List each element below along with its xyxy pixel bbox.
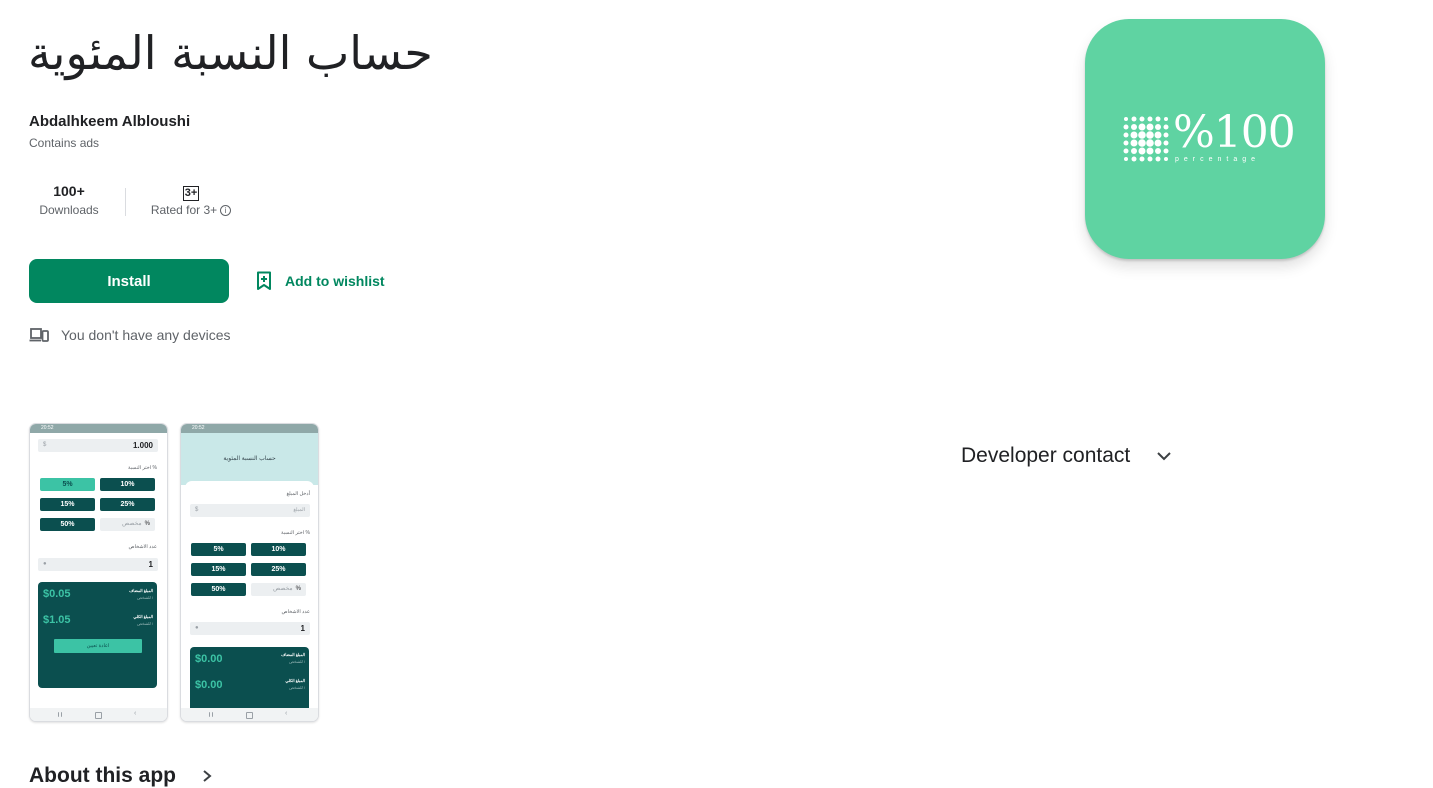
- ads-notice: Contains ads: [29, 136, 100, 150]
- downloads-label: Downloads: [39, 203, 99, 217]
- nav-bar: ‹: [30, 708, 167, 721]
- people-label: عدد الاشخاص: [128, 544, 157, 550]
- developer-contact-toggle[interactable]: Developer contact: [961, 444, 1172, 468]
- devices-text: You don't have any devices: [61, 327, 231, 343]
- pct-button: 15%: [40, 498, 95, 511]
- about-label: About this app: [29, 764, 176, 787]
- pct-button: 10%: [251, 543, 306, 556]
- stat-divider: [125, 188, 126, 216]
- nav-bar: ‹: [181, 708, 318, 721]
- pct-button: 5%: [40, 478, 95, 491]
- devices-notice: You don't have any devices: [29, 327, 231, 343]
- developer-contact-label: Developer contact: [961, 444, 1131, 467]
- result-card: $0.00 المبلغ المضاف للشخص / $0.00 المبلغ…: [190, 647, 309, 717]
- enter-amount-label: أدخل المبلغ: [286, 491, 310, 497]
- pct-button: 25%: [251, 563, 306, 576]
- app-icon: %100 percentage: [1085, 19, 1325, 259]
- downloads-value: 100+: [53, 183, 85, 199]
- screenshot-2[interactable]: 20:52 حساب النسبة المئوية أدخل المبلغ $ …: [180, 423, 319, 722]
- pct-button: 15%: [191, 563, 246, 576]
- amount-field: $ 1.000: [38, 439, 158, 452]
- status-bar: 20:52: [30, 424, 167, 433]
- rating-badge-icon: 3+: [182, 186, 200, 201]
- content-rating-stat[interactable]: 3+ Rated for 3+ i: [143, 181, 239, 217]
- choose-percent-label: اختر النسبة %: [280, 530, 310, 536]
- people-field: ● 1: [38, 558, 158, 571]
- rating-label: Rated for 3+: [150, 203, 218, 217]
- about-this-app-header[interactable]: About this app: [29, 764, 214, 788]
- add-to-wishlist-button[interactable]: Add to wishlist: [255, 268, 385, 294]
- app-title: حساب النسبة المئوية: [28, 26, 433, 80]
- pct-button: 50%: [191, 583, 246, 596]
- icon-main-text: %100: [1173, 107, 1296, 158]
- screenshot-1[interactable]: 20:52 $ 1.000 اختر النسبة % 5% 10% 15% 2…: [29, 423, 168, 722]
- pct-button: 10%: [100, 478, 155, 491]
- pct-button: 50%: [40, 518, 95, 531]
- custom-pct-field: مخصص %: [100, 518, 155, 531]
- icon-sub-text: percentage: [1175, 156, 1261, 163]
- choose-percent-label: اختر النسبة %: [127, 465, 157, 471]
- downloads-stat: 100+ Downloads: [29, 181, 109, 217]
- dot-pattern-icon: [1123, 116, 1169, 162]
- result-card: $0.05 المبلغ المضاف للشخص / $1.05 المبلغ…: [38, 582, 157, 688]
- arrow-right-icon: [203, 770, 212, 782]
- custom-pct-field: مخصص %: [251, 583, 306, 596]
- developer-link[interactable]: Abdalhkeem Albloushi: [29, 113, 190, 130]
- devices-icon: [29, 328, 49, 342]
- people-field: ● 1: [190, 622, 310, 635]
- info-icon[interactable]: i: [220, 205, 232, 216]
- pct-button: 25%: [100, 498, 155, 511]
- install-button[interactable]: Install: [29, 259, 229, 303]
- pct-button: 5%: [191, 543, 246, 556]
- wishlist-label: Add to wishlist: [285, 273, 385, 289]
- app-header: حساب النسبة المئوية: [181, 433, 318, 485]
- people-label: عدد الاشخاص: [281, 609, 310, 615]
- bookmark-add-icon: [257, 271, 271, 290]
- chevron-down-icon: [1157, 452, 1171, 461]
- amount-field: $ المبلغ: [190, 504, 310, 517]
- status-bar: 20:52: [181, 424, 318, 433]
